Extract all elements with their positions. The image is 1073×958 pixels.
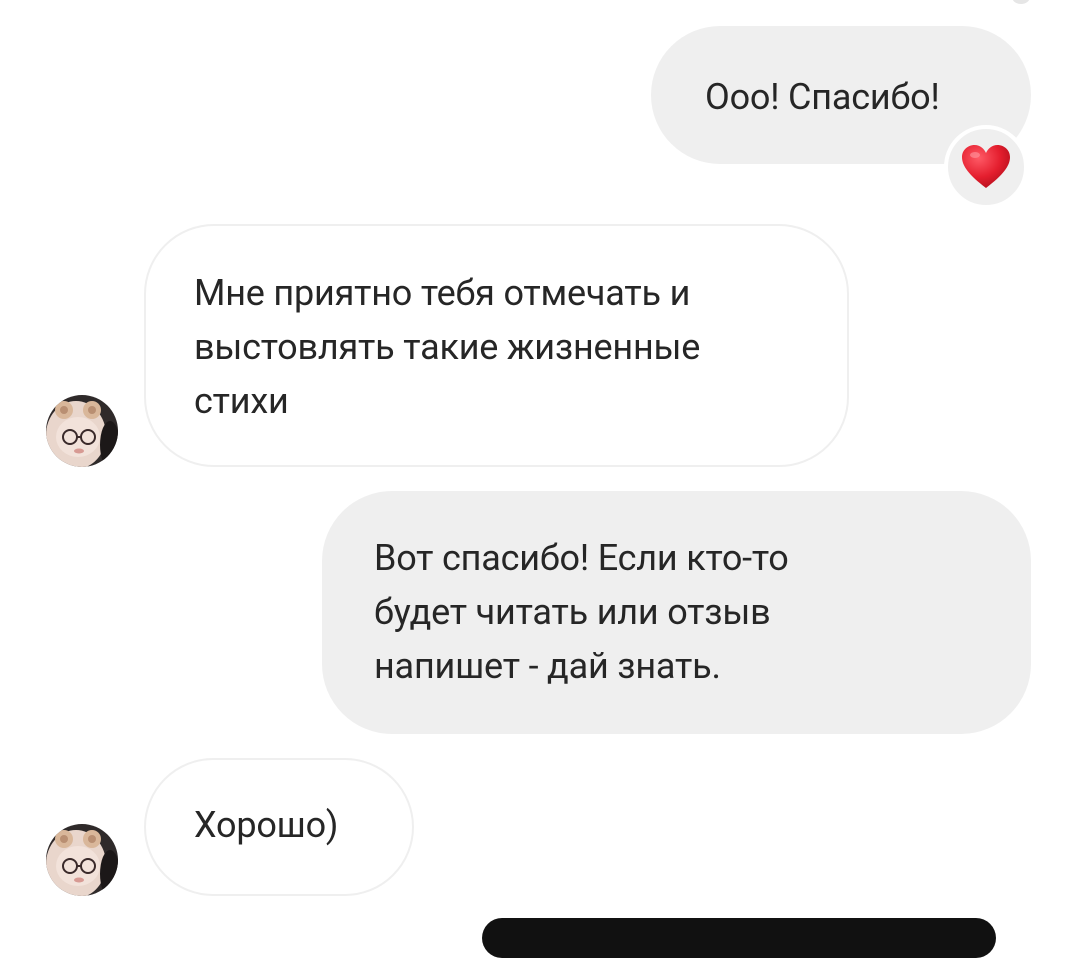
sender-avatar[interactable] <box>46 824 118 896</box>
top-edge-indicator <box>1012 0 1030 4</box>
message-line: стихи <box>194 380 289 422</box>
avatar-photo-icon <box>46 824 118 896</box>
heart-reaction[interactable] <box>944 125 1028 209</box>
message-text: Хорошо) <box>194 804 339 846</box>
message-line: Вот спасибо! Если кто-то <box>374 537 789 579</box>
outgoing-message-bubble[interactable]: Вот спасибо! Если кто-то будет читать ил… <box>322 491 1031 734</box>
avatar-photo-icon <box>46 395 118 467</box>
message-line: напишет - дай знать. <box>374 645 721 687</box>
message-text: Ооо! Спасибо! <box>705 76 940 118</box>
message-input-bar[interactable] <box>482 918 996 958</box>
message-line: Мне приятно тебя отмечать и <box>194 272 691 314</box>
heart-icon <box>962 145 1010 188</box>
message-line: будет читать или отзыв <box>374 591 771 633</box>
sender-avatar[interactable] <box>46 395 118 467</box>
incoming-message-bubble[interactable]: Мне приятно тебя отмечать и выстовлять т… <box>144 224 849 467</box>
message-line: выстовлять такие жизненные <box>194 326 701 368</box>
incoming-message-bubble[interactable]: Хорошо) <box>144 758 414 896</box>
